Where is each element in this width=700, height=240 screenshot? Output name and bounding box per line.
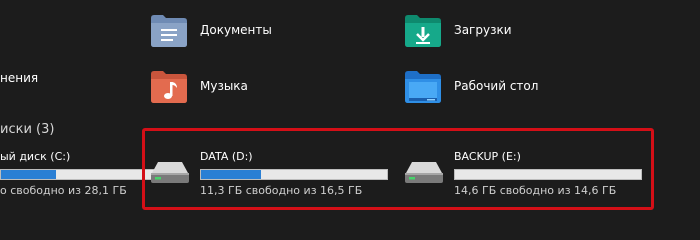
desktop-folder-icon: [405, 71, 441, 103]
music-folder-icon: [151, 71, 187, 103]
drive-e[interactable]: BACKUP (E:) 14,6 ГБ свободно из 14,6 ГБ: [404, 150, 664, 200]
drive-name: DATA (D:): [200, 150, 253, 163]
devices-section-title[interactable]: иски (3): [0, 122, 54, 137]
folder-label-documents: Документы: [200, 23, 272, 37]
drive-usage-fill: [1, 170, 57, 179]
folder-label-desktop: Рабочий стол: [454, 79, 539, 93]
hard-drive-icon: [405, 162, 443, 183]
sidebar-partial-label: нения: [0, 71, 39, 85]
drive-d[interactable]: DATA (D:) 11,3 ГБ свободно из 16,5 ГБ: [150, 150, 410, 200]
drive-usage-bar: [454, 169, 642, 180]
folder-desktop[interactable]: Рабочий стол: [404, 68, 538, 104]
hard-drive-icon: [151, 162, 189, 183]
documents-folder-icon: [151, 15, 187, 47]
file-explorer-view: Документы Загрузки Музыка Рабочий стол н…: [0, 0, 700, 232]
folder-documents[interactable]: Документы: [150, 12, 272, 48]
drive-name: BACKUP (E:): [454, 150, 521, 163]
drive-free-space: 11,3 ГБ свободно из 16,5 ГБ: [200, 184, 363, 197]
drive-name: ый диск (C:): [0, 150, 71, 163]
drive-usage-bar: [200, 169, 388, 180]
folder-downloads[interactable]: Загрузки: [404, 12, 512, 48]
folder-music[interactable]: Музыка: [150, 68, 248, 104]
drive-free-space: 14,6 ГБ свободно из 14,6 ГБ: [454, 184, 617, 197]
downloads-folder-icon: [405, 15, 441, 47]
drive-usage-fill: [201, 170, 261, 179]
folder-label-downloads: Загрузки: [454, 23, 512, 37]
drive-free-space: о свободно из 28,1 ГБ: [0, 184, 127, 197]
folder-label-music: Музыка: [200, 79, 248, 93]
